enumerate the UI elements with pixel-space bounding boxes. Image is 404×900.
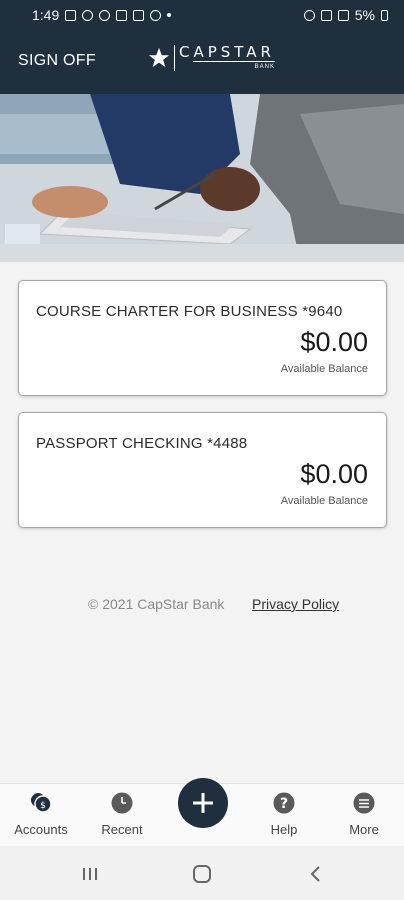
more-notifications-icon (167, 13, 172, 17)
wrench-icon (150, 9, 162, 21)
tab-label: Accounts (14, 822, 68, 837)
battery-icon (381, 9, 388, 21)
circle-icon (82, 9, 94, 21)
tab-accounts[interactable]: $ Accounts (1, 784, 81, 847)
accounts-icon: $ (31, 793, 52, 813)
status-right: 5% (303, 7, 388, 23)
account-name: PASSPORT CHECKING *4488 (36, 435, 248, 452)
sign-off-button[interactable]: SIGN OFF (18, 52, 96, 70)
privacy-policy-link[interactable]: Privacy Policy (252, 596, 339, 612)
menu-icon (353, 792, 375, 814)
balance-label: Available Balance (280, 363, 368, 375)
tab-label: More (349, 822, 379, 837)
battery-percent: 5% (354, 7, 375, 23)
status-bar: 1:49 5% (0, 0, 404, 30)
status-left: 1:49 (32, 7, 172, 23)
logo-line (192, 61, 275, 62)
tab-more[interactable]: More (324, 784, 404, 847)
system-nav-bar (0, 846, 404, 900)
capstar-logo: CAPSTAR BANK (148, 44, 275, 71)
logo-sub: BANK (254, 64, 275, 70)
logo-words: CAPSTAR BANK (179, 44, 275, 71)
tab-help[interactable]: ? Help (244, 784, 324, 847)
account-balance: $0.00 (300, 459, 368, 489)
svg-text:?: ? (280, 796, 288, 812)
back-button[interactable] (302, 860, 330, 888)
add-button[interactable] (178, 778, 228, 828)
hero-image (0, 94, 404, 262)
recent-apps-button[interactable] (76, 860, 104, 888)
signal-icon (337, 9, 349, 21)
clock-icon (111, 792, 133, 814)
tab-recent[interactable]: Recent (82, 784, 162, 847)
sync-icon (99, 9, 111, 21)
copyright-text: © 2021 CapStar Bank (88, 596, 225, 612)
account-card[interactable]: COURSE CHARTER FOR BUSINESS *9640 $0.00 … (18, 280, 387, 396)
account-name: COURSE CHARTER FOR BUSINESS *9640 (36, 303, 343, 320)
logo-divider (174, 44, 175, 71)
star-icon (148, 47, 170, 67)
message-icon (116, 9, 128, 21)
svg-text:$: $ (40, 801, 46, 811)
mute-icon (303, 9, 315, 21)
balance-label: Available Balance (280, 495, 368, 507)
status-time: 1:49 (32, 7, 60, 23)
help-icon: ? (273, 792, 295, 814)
home-button[interactable] (188, 860, 216, 888)
tab-label: Help (270, 822, 298, 837)
business-meeting-illustration (0, 94, 404, 262)
notification-icon (133, 9, 145, 21)
account-card[interactable]: PASSPORT CHECKING *4488 $0.00 Available … (18, 412, 387, 528)
account-balance: $0.00 (300, 327, 368, 357)
app-header: SIGN OFF CAPSTAR BANK (0, 30, 404, 94)
plus-icon (193, 793, 213, 813)
logo-brand: CAPSTAR (179, 43, 275, 61)
gallery-icon (65, 9, 77, 21)
tab-label: Recent (101, 822, 143, 837)
wifi-icon (320, 9, 332, 21)
